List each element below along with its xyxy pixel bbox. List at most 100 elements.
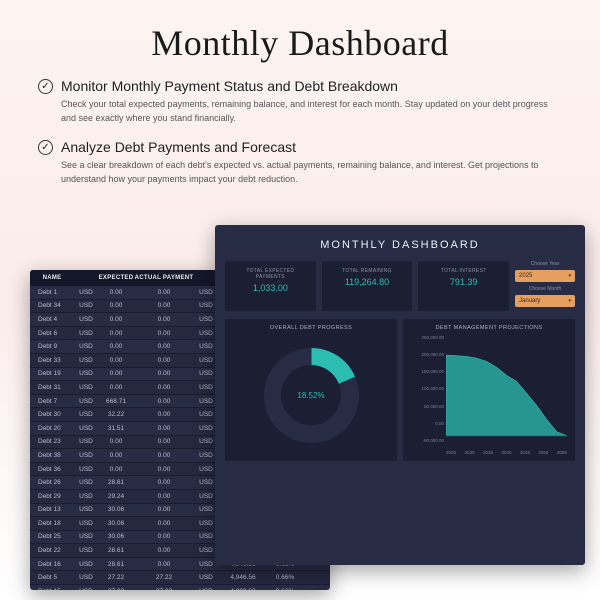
feature-title: Monitor Monthly Payment Status and Debt … xyxy=(61,78,398,94)
th-actual: ACTUAL PAYMENT xyxy=(134,275,194,281)
table-cell: 0.00 xyxy=(98,370,134,377)
stat-label: TOTAL EXPECTED PAYMENTS xyxy=(231,268,310,280)
table-cell: 0.00 xyxy=(98,302,134,309)
stat-value: 1,033.00 xyxy=(231,283,310,293)
table-cell: Debt 36 xyxy=(30,466,74,473)
table-cell: USD xyxy=(194,574,218,581)
table-cell: USD xyxy=(74,588,98,590)
table-cell: Debt 34 xyxy=(30,302,74,309)
table-cell: USD xyxy=(74,411,98,418)
check-icon: ✓ xyxy=(38,140,53,155)
table-cell: Debt 23 xyxy=(30,438,74,445)
feature-title: Analyze Debt Payments and Forecast xyxy=(61,139,296,155)
table-cell: USD xyxy=(74,547,98,554)
table-cell: 27.92 xyxy=(98,588,134,590)
table-cell: 0.00 xyxy=(134,452,194,459)
table-cell: Debt 15 xyxy=(30,588,74,590)
donut-center-label: 18.52% xyxy=(281,365,341,425)
table-cell: Debt 20 xyxy=(30,425,74,432)
table-cell: Debt 6 xyxy=(30,330,74,337)
feature-block-1: ✓ Monitor Monthly Payment Status and Deb… xyxy=(0,64,600,125)
stat-label: TOTAL REMAINING xyxy=(328,268,407,274)
stat-value: 119,264.80 xyxy=(328,277,407,287)
table-cell: 0.00 xyxy=(134,493,194,500)
x-tick: 2025 xyxy=(446,450,456,455)
table-cell: Debt 26 xyxy=(30,479,74,486)
x-tick: 2055 xyxy=(557,450,567,455)
table-cell: USD xyxy=(74,533,98,540)
chevron-down-icon: ▾ xyxy=(569,298,572,304)
y-axis-ticks: 250,000.00200,000.00150,000.00100,000.00… xyxy=(409,335,444,443)
table-cell: 0.00 xyxy=(98,330,134,337)
table-cell: 0.00 xyxy=(98,452,134,459)
table-cell: 31.51 xyxy=(98,425,134,432)
table-cell: 28.61 xyxy=(98,561,134,568)
chart-title: DEBT MANAGEMENT PROJECTIONS xyxy=(409,325,569,331)
y-tick: 100,000.00 xyxy=(409,386,444,391)
table-cell: USD xyxy=(74,343,98,350)
feature-desc: See a clear breakdown of each debt's exp… xyxy=(38,155,562,186)
area-chart xyxy=(446,335,567,456)
table-cell: 30.06 xyxy=(98,533,134,540)
table-cell: Debt 25 xyxy=(30,533,74,540)
table-cell: 30.06 xyxy=(98,506,134,513)
table-cell: 0.00 xyxy=(134,561,194,568)
table-cell: 0.00 xyxy=(98,466,134,473)
table-cell: 28.61 xyxy=(98,547,134,554)
table-cell: 0.00 xyxy=(134,479,194,486)
month-dropdown[interactable]: January ▾ xyxy=(515,295,575,307)
table-cell: Debt 16 xyxy=(30,561,74,568)
feature-desc: Check your total expected payments, rema… xyxy=(38,94,562,125)
selectors: Choose Year 2025 ▾ Choose Month January … xyxy=(515,261,575,311)
table-cell: USD xyxy=(74,520,98,527)
table-cell: USD xyxy=(74,493,98,500)
table-cell: 0.00 xyxy=(134,438,194,445)
table-cell: USD xyxy=(74,561,98,568)
y-tick: 200,000.00 xyxy=(409,352,444,357)
year-dropdown[interactable]: 2025 ▾ xyxy=(515,270,575,282)
table-cell: 32.22 xyxy=(98,411,134,418)
x-tick: 2045 xyxy=(520,450,530,455)
table-cell: 0.00 xyxy=(134,302,194,309)
y-tick: -50,000.00 xyxy=(409,438,444,443)
table-cell: USD xyxy=(74,438,98,445)
table-row: Debt 5USD27.2227.22USD4,946.560.66% xyxy=(30,571,330,585)
th-name: NAME xyxy=(30,275,74,281)
y-tick: 0.00 xyxy=(409,421,444,426)
table-cell: USD xyxy=(74,452,98,459)
table-cell: Debt 4 xyxy=(30,316,74,323)
table-cell: USD xyxy=(74,302,98,309)
table-cell: 0.66% xyxy=(268,588,302,590)
th-expected: EXPECTED xyxy=(98,275,134,281)
table-cell: Debt 19 xyxy=(30,370,74,377)
stat-expected: TOTAL EXPECTED PAYMENTS 1,033.00 xyxy=(225,261,316,311)
table-cell: USD xyxy=(74,289,98,296)
table-cell: USD xyxy=(74,370,98,377)
table-cell: 0.00 xyxy=(134,506,194,513)
table-cell: 0.00 xyxy=(134,289,194,296)
x-axis-ticks: 2025203020352040204520502055 xyxy=(446,450,567,455)
table-cell: 0.00 xyxy=(134,370,194,377)
table-cell: 0.00 xyxy=(98,357,134,364)
x-tick: 2035 xyxy=(483,450,493,455)
table-cell: 0.00 xyxy=(134,343,194,350)
page-title: Monthly Dashboard xyxy=(0,0,600,64)
table-cell: 0.00 xyxy=(98,289,134,296)
table-cell: USD xyxy=(74,506,98,513)
table-cell: 0.00 xyxy=(134,330,194,337)
table-cell: 4,946.56 xyxy=(218,574,268,581)
table-cell: Debt 22 xyxy=(30,547,74,554)
table-cell: 0.66% xyxy=(268,574,302,581)
table-cell: 0.00 xyxy=(98,316,134,323)
table-cell: 29.24 xyxy=(98,493,134,500)
stat-remaining: TOTAL REMAINING 119,264.80 xyxy=(322,261,413,311)
donut-chart: 18.52% xyxy=(264,348,359,443)
dashboard-title: MONTHLY DASHBOARD xyxy=(215,225,585,261)
y-tick: 150,000.00 xyxy=(409,369,444,374)
table-cell: Debt 5 xyxy=(30,574,74,581)
month-value: January xyxy=(519,298,540,304)
table-cell: 28.61 xyxy=(98,479,134,486)
table-cell: USD xyxy=(74,466,98,473)
table-cell: 0.00 xyxy=(134,466,194,473)
table-cell: 0.00 xyxy=(134,316,194,323)
